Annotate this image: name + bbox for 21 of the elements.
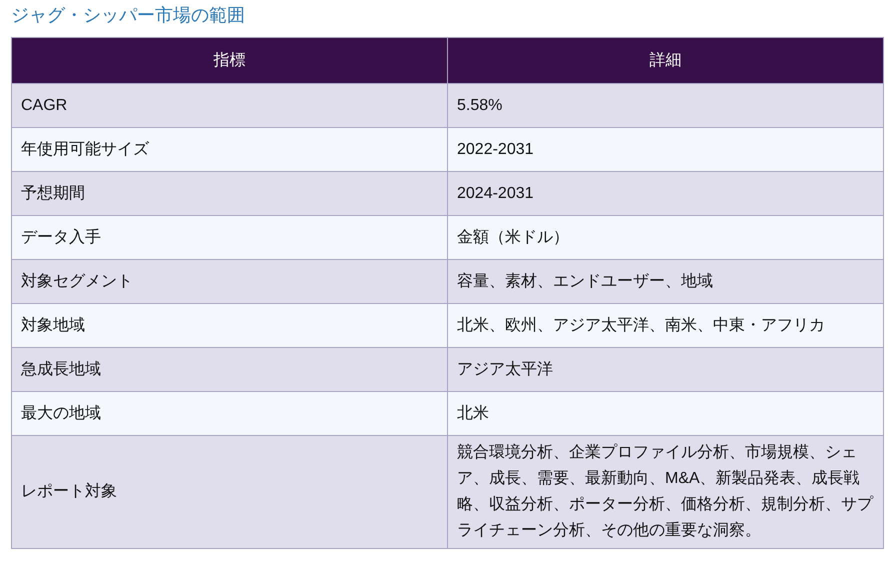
table-cell: 予想期間 [12, 172, 448, 216]
table-cell: 急成長地域 [12, 348, 448, 392]
table-cell: 北米 [448, 392, 884, 436]
table-cell: 5.58% [448, 84, 884, 128]
table-cell: 容量、素材、エンドユーザー、地域 [448, 260, 884, 304]
column-header: 詳細 [448, 38, 884, 84]
table-cell: アジア太平洋 [448, 348, 884, 392]
table-cell: 競合環境分析、企業プロファイル分析、市場規模、シェア、成長、需要、最新動向、M&A、新製品発表、成長戦略、収益分析、ポーター分析、価格分析、規制分析、サプライチェーン分析、その他の重要な洞察。 [448, 436, 884, 548]
table-cell: 最大の地域 [12, 392, 448, 436]
table-cell: レポート対象 [12, 436, 448, 548]
table-cell: 対象地域 [12, 304, 448, 348]
column-header: 指標 [12, 38, 448, 84]
table-cell: 2022-2031 [448, 128, 884, 172]
table-cell: 金額（米ドル） [448, 216, 884, 260]
table-cell: CAGR [12, 84, 448, 128]
section-title: ジャグ・シッパー市場の範囲 [11, 4, 246, 27]
table-cell: 2024-2031 [448, 172, 884, 216]
table-cell: 北米、欧州、アジア太平洋、南米、中東・アフリカ [448, 304, 884, 348]
table-cell: 対象セグメント [12, 260, 448, 304]
table-cell: 年使用可能サイズ [12, 128, 448, 172]
table-cell: データ入手 [12, 216, 448, 260]
